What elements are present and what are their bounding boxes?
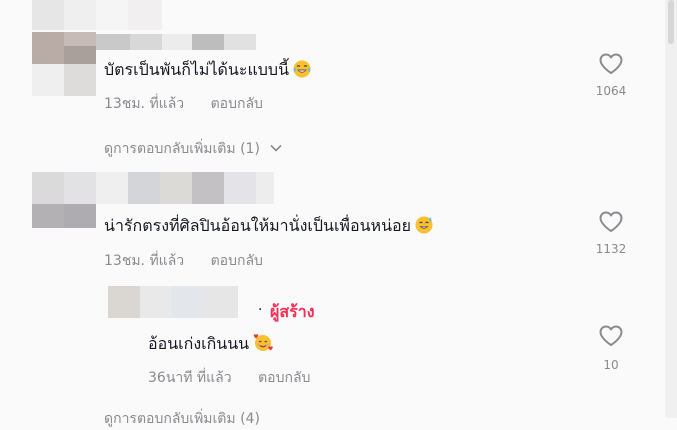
reply-button[interactable]: ตอบกลับ <box>211 253 263 269</box>
pixelated-username <box>108 286 238 318</box>
reply-text: อ้อนเก่งเกินนน <box>148 332 273 357</box>
chevron-down-icon <box>270 144 282 152</box>
comment-text-body: น่ารักตรงที่ศิลปินอ้อนให้มานั่งเป็นเพื่อ… <box>104 216 411 235</box>
comment-meta: 13ชม. ที่แล้ว ตอบกลับ <box>104 93 263 115</box>
like-count: 10 <box>603 358 619 372</box>
view-more-replies-label: ดูการตอบกลับเพิ่มเติม (4) <box>104 411 260 427</box>
pixelated-username-top <box>32 0 162 30</box>
separator-dot: · <box>258 302 263 318</box>
creator-badge: ผู้สร้าง <box>270 302 315 321</box>
pixelated-username <box>96 172 274 204</box>
view-more-replies-link[interactable]: ดูการตอบกลับเพิ่มเติม (1) <box>104 138 282 160</box>
scrollbar-thumb[interactable] <box>668 0 674 44</box>
like-count: 1064 <box>595 84 627 98</box>
comment-text-body: บัตรเป็นพันก็ไม่ได้นะแบบนี้ <box>104 60 289 79</box>
timestamp: 36นาที ที่แล้ว <box>148 370 232 386</box>
scrollbar[interactable] <box>665 0 677 418</box>
like-count: 1132 <box>595 242 627 256</box>
timestamp: 13ชม. ที่แล้ว <box>104 96 185 112</box>
comment-meta: 13ชม. ที่แล้ว ตอบกลับ <box>104 250 263 272</box>
pixelated-username <box>96 34 256 50</box>
comment-text: บัตรเป็นพันก็ไม่ได้นะแบบนี้ <box>104 58 311 83</box>
smiling-hearts-icon <box>253 334 273 356</box>
laughing-tears-icon <box>293 60 311 82</box>
heart-icon[interactable] <box>598 210 624 234</box>
reply-meta: 36นาที ที่แล้ว ตอบกลับ <box>148 367 310 389</box>
view-more-replies-label: ดูการตอบกลับเพิ่มเติม (1) <box>104 141 260 157</box>
sweat-smile-icon <box>415 216 433 238</box>
heart-icon[interactable] <box>598 324 624 348</box>
comment-text: น่ารักตรงที่ศิลปินอ้อนให้มานั่งเป็นเพื่อ… <box>104 214 433 239</box>
view-more-replies-link[interactable]: ดูการตอบกลับเพิ่มเติม (4) <box>104 408 260 430</box>
reply-button[interactable]: ตอบกลับ <box>211 96 263 112</box>
reply-button[interactable]: ตอบกลับ <box>258 370 310 386</box>
avatar[interactable] <box>32 32 96 96</box>
avatar[interactable] <box>32 172 96 228</box>
reply-text-body: อ้อนเก่งเกินนน <box>148 334 250 353</box>
heart-icon[interactable] <box>598 52 624 76</box>
timestamp: 13ชม. ที่แล้ว <box>104 253 185 269</box>
